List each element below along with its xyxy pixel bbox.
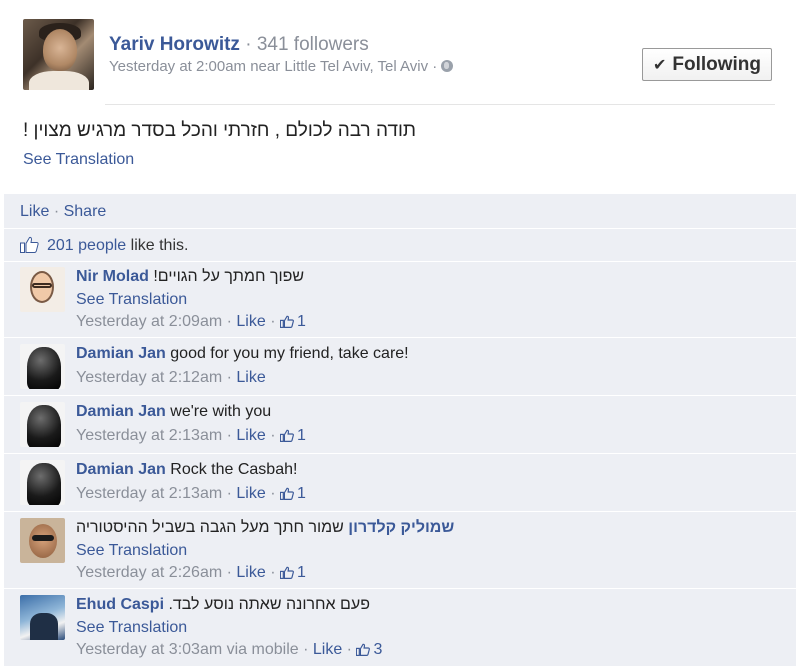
feedback-panel: Like · Share 201 people like this. Nir M… xyxy=(4,194,796,666)
comment-meta: Yesterday at 2:09am · Like · 1 xyxy=(76,313,306,330)
commenter-name[interactable]: Damian Jan xyxy=(76,345,166,362)
author-name[interactable]: Yariv Horowitz xyxy=(109,34,240,55)
comment-time[interactable]: Yesterday at 2:13am xyxy=(76,427,222,444)
comment-item: Nir Molad שפוך חמתך על הגויים! See Trans… xyxy=(4,261,796,337)
comment-body: Damian Jan Rock the Casbah! xyxy=(76,461,297,479)
post-timestamp[interactable]: Yesterday at 2:00am near Little Tel Aviv… xyxy=(109,58,428,75)
followers-count[interactable]: 341 followers xyxy=(257,34,369,55)
comment-text: we're with you xyxy=(170,403,272,420)
comment-like-link[interactable]: Like xyxy=(236,564,265,581)
comment-like-count[interactable]: 3 xyxy=(356,641,382,658)
author-avatar[interactable] xyxy=(23,19,94,90)
comment-like-link[interactable]: Like xyxy=(236,369,265,386)
comment-text: שמור חתך מעל הגבה בשביל ההיסטוריה xyxy=(76,519,344,536)
comment-like-count[interactable]: 1 xyxy=(279,427,306,444)
comment-like-link[interactable]: Like xyxy=(313,641,342,658)
commenter-avatar[interactable] xyxy=(20,595,65,640)
comment-like-count[interactable]: 1 xyxy=(279,564,306,581)
comment-text: שפוך חמתך על הגויים! xyxy=(153,268,305,285)
following-button[interactable]: ✔ Following xyxy=(642,48,772,81)
comment-body: Ehud Caspi פעם אחרונה שאתה נוסע לבד. xyxy=(76,596,370,614)
thumbs-up-icon xyxy=(279,315,294,328)
likes-count-link[interactable]: 201 people xyxy=(47,237,126,254)
comment-time[interactable]: Yesterday at 2:12am xyxy=(76,369,222,386)
commenter-name[interactable]: Damian Jan xyxy=(76,403,166,420)
thumbs-up-icon xyxy=(20,236,39,253)
comment-see-translation[interactable]: See Translation xyxy=(76,619,187,637)
following-label: Following xyxy=(672,53,762,75)
post-see-translation[interactable]: See Translation xyxy=(23,151,134,169)
post-text: תודה רבה לכולם , חזרתי והכל בסדר מרגיש מ… xyxy=(23,120,417,141)
globe-icon xyxy=(441,60,454,72)
commenter-avatar[interactable] xyxy=(20,460,65,505)
post-actions: Like · Share xyxy=(20,203,107,220)
comment-meta: Yesterday at 2:13am · Like · 1 xyxy=(76,427,306,444)
comment-like-count[interactable]: 1 xyxy=(279,313,306,330)
likes-suffix: like this. xyxy=(130,237,189,254)
comment-item: Ehud Caspi פעם אחרונה שאתה נוסע לבד. See… xyxy=(4,589,796,666)
commenter-avatar[interactable] xyxy=(20,518,65,563)
comment-meta: Yesterday at 3:03am via mobile · Like · … xyxy=(76,641,383,658)
check-icon: ✔ xyxy=(652,56,667,74)
thumbs-up-icon xyxy=(279,429,294,442)
author-line: Yariv Horowitz · 341 followers xyxy=(109,34,369,55)
thumbs-up-icon xyxy=(279,487,294,500)
comment-meta: Yesterday at 2:13am · Like · 1 xyxy=(76,485,306,502)
comment-body: שמוליק קלדרון שמור חתך מעל הגבה בשביל הה… xyxy=(76,519,454,537)
comment-body: Nir Molad שפוך חמתך על הגויים! xyxy=(76,268,304,286)
comment-text: good for you my friend, take care! xyxy=(170,345,409,362)
post-meta: Yesterday at 2:00am near Little Tel Aviv… xyxy=(109,58,454,75)
comment-text: Rock the Casbah! xyxy=(170,461,298,478)
commenter-name[interactable]: Nir Molad xyxy=(76,268,149,285)
like-post-link[interactable]: Like xyxy=(20,203,49,220)
comment-item: שמוליק קלדרון שמור חתך מעל הגבה בשביל הה… xyxy=(4,512,796,588)
commenter-name[interactable]: שמוליק קלדרון xyxy=(348,519,454,536)
commenter-avatar[interactable] xyxy=(20,267,65,312)
comment-like-count[interactable]: 1 xyxy=(279,485,306,502)
comment-see-translation[interactable]: See Translation xyxy=(76,542,187,560)
commenter-avatar[interactable] xyxy=(20,402,65,447)
divider xyxy=(4,228,796,229)
share-post-link[interactable]: Share xyxy=(64,203,107,220)
comment-meta: Yesterday at 2:26am · Like · 1 xyxy=(76,564,306,581)
comment-time[interactable]: Yesterday at 3:03am via mobile xyxy=(76,641,299,658)
thumbs-up-icon xyxy=(356,643,371,656)
comment-item: Damian Jan we're with you Yesterday at 2… xyxy=(4,396,796,453)
comment-like-link[interactable]: Like xyxy=(236,485,265,502)
comment-item: Damian Jan Rock the Casbah! Yesterday at… xyxy=(4,454,796,511)
commenter-avatar[interactable] xyxy=(20,344,65,389)
comment-see-translation[interactable]: See Translation xyxy=(76,291,187,309)
header-divider xyxy=(105,104,775,105)
comment-like-link[interactable]: Like xyxy=(236,427,265,444)
commenter-name[interactable]: Damian Jan xyxy=(76,461,166,478)
comment-like-link[interactable]: Like xyxy=(236,313,265,330)
thumbs-up-icon xyxy=(279,566,294,579)
comment-text: פעם אחרונה שאתה נוסע לבד. xyxy=(168,596,370,613)
comment-time[interactable]: Yesterday at 2:26am xyxy=(76,564,222,581)
comment-body: Damian Jan good for you my friend, take … xyxy=(76,345,409,363)
comment-meta: Yesterday at 2:12am · Like xyxy=(76,369,266,386)
commenter-name[interactable]: Ehud Caspi xyxy=(76,596,164,613)
post-header: Yariv Horowitz · 341 followers Yesterday… xyxy=(23,19,775,105)
comment-body: Damian Jan we're with you xyxy=(76,403,271,421)
comment-item: Damian Jan good for you my friend, take … xyxy=(4,338,796,395)
comment-time[interactable]: Yesterday at 2:13am xyxy=(76,485,222,502)
comment-time[interactable]: Yesterday at 2:09am xyxy=(76,313,222,330)
likes-summary: 201 people like this. xyxy=(20,236,188,255)
